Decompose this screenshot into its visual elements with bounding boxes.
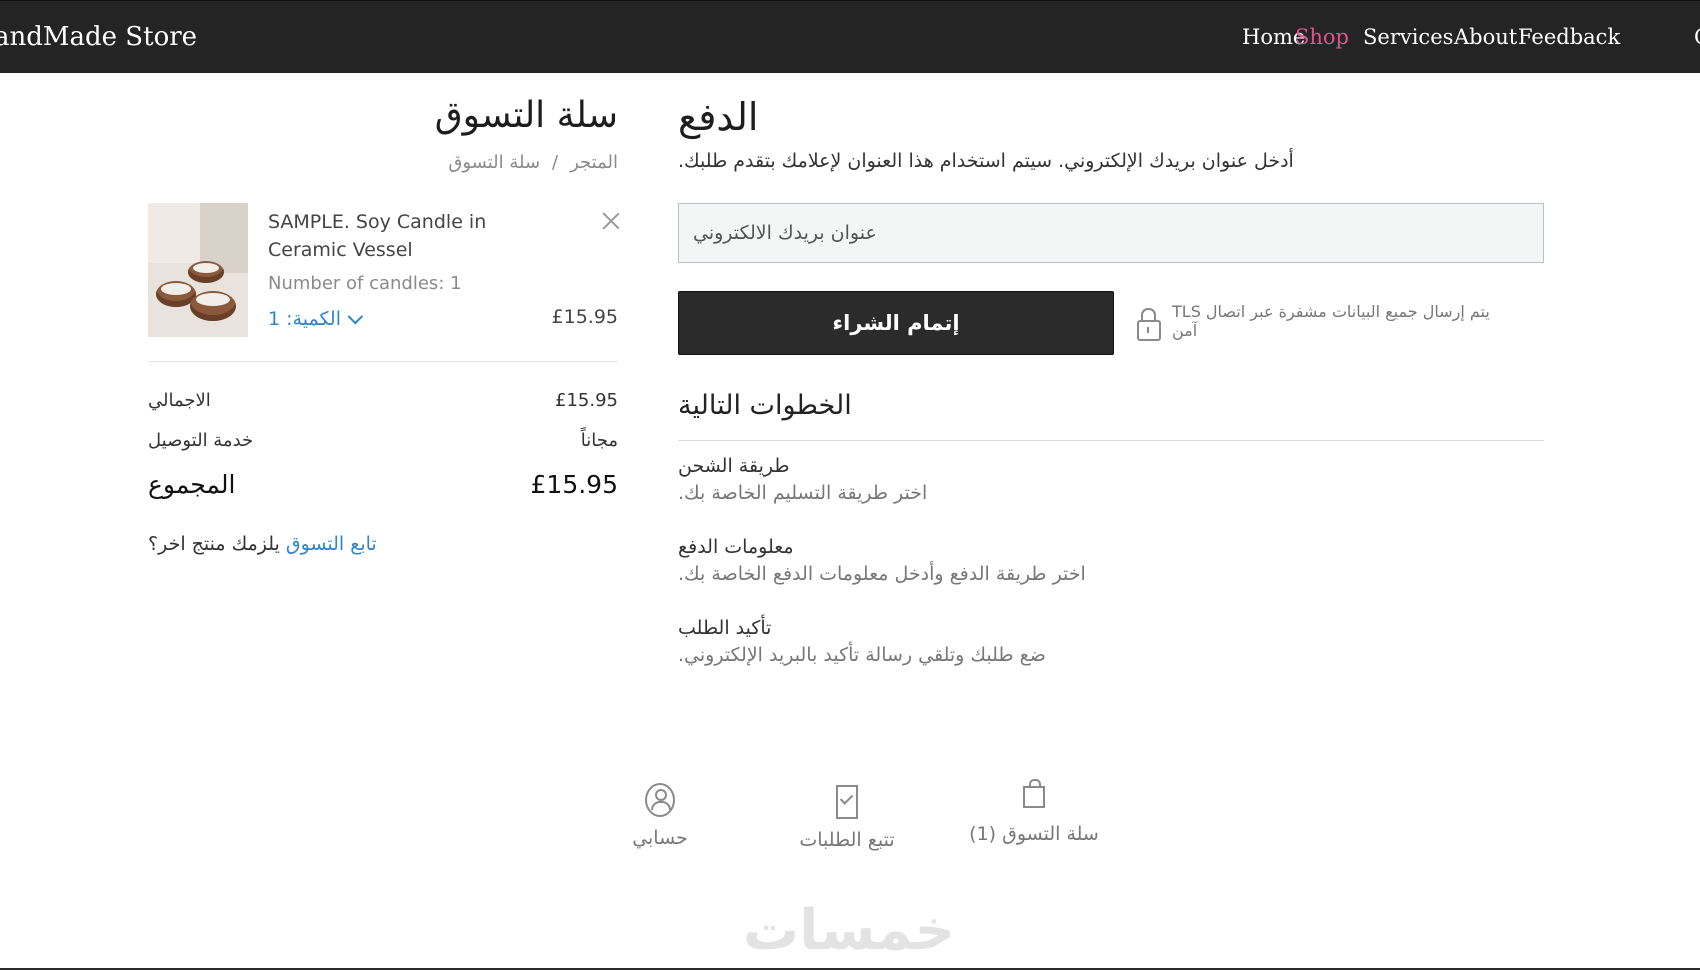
nav-services[interactable]: Services — [1363, 1, 1453, 73]
payment-description: أدخل عنوان بريدك الإلكتروني. سيتم استخدا… — [678, 150, 1294, 172]
quantity-dropdown[interactable]: الكمية: 1 — [268, 308, 364, 330]
step-shipping-title: طريقة الشحن — [678, 455, 790, 477]
cart-title: سلة التسوق — [434, 95, 618, 136]
product-option: Number of candles: 1 — [268, 273, 462, 294]
nav-shop[interactable]: Shop — [1295, 1, 1349, 73]
nav-about[interactable]: About — [1454, 1, 1517, 73]
store-brand[interactable]: andMade Store — [0, 1, 197, 73]
total-value: £15.95 — [530, 470, 618, 499]
top-navbar: andMade Store Home Shop Services About F… — [0, 0, 1700, 73]
breadcrumb-current: سلة التسوق — [448, 152, 541, 173]
delivery-row: خدمة التوصيل مجاناً — [148, 430, 618, 460]
security-note: يتم إرسال جميع البيانات مشفرة عبر اتصال … — [1172, 302, 1490, 340]
product-price: £15.95 — [551, 306, 618, 328]
nav-feedback[interactable]: Feedback — [1518, 1, 1620, 73]
breadcrumb: المتجر / سلة التسوق — [148, 152, 618, 173]
total-row: المجموع £15.95 — [148, 470, 618, 510]
checkout-button[interactable]: إتمام الشراء — [678, 291, 1114, 355]
footer-account-link[interactable]: حسابي — [580, 783, 740, 849]
footer-track-orders-link[interactable]: تتبع الطلبات — [767, 785, 927, 851]
step-confirm-desc: ضع طلبك وتلقي رسالة تأكيد بالبريد الإلكت… — [678, 644, 1046, 666]
email-input[interactable] — [678, 203, 1544, 263]
payment-title: الدفع — [678, 95, 759, 139]
shopping-bag-icon — [1023, 779, 1045, 808]
user-icon — [645, 783, 675, 817]
cart-divider — [148, 361, 618, 362]
subtotal-label: الاجمالي — [148, 390, 211, 411]
lock-icon — [1136, 308, 1161, 341]
step-shipping-desc: اختر طريقة التسليم الخاصة بك. — [678, 482, 928, 504]
remove-item-close-icon[interactable] — [600, 210, 622, 232]
product-name[interactable]: SAMPLE. Soy Candle in Ceramic Vessel — [268, 208, 568, 264]
footer-account-label: حسابي — [632, 827, 688, 849]
delivery-value: مجاناً — [580, 430, 618, 451]
total-label: المجموع — [148, 470, 236, 499]
continue-shopping-link[interactable]: تابع التسوق — [286, 533, 377, 555]
continue-shopping-text: تابع التسوق يلزمك منتج اخر؟ — [148, 533, 377, 555]
step-payment-title: معلومات الدفع — [678, 536, 794, 558]
product-image[interactable] — [148, 203, 248, 337]
quantity-label: الكمية: 1 — [268, 308, 341, 330]
step-confirm-title: تأكيد الطلب — [678, 617, 772, 639]
watermark-logo: خمسات — [742, 898, 955, 963]
footer-cart-link[interactable]: سلة التسوق (1) — [954, 779, 1114, 845]
track-orders-icon — [836, 785, 858, 819]
next-steps-divider — [678, 440, 1544, 441]
breadcrumb-store-link[interactable]: المتجر — [570, 152, 618, 173]
nav-contact-cutoff[interactable]: C — [1694, 1, 1700, 73]
subtotal-value: £15.95 — [555, 390, 618, 411]
chevron-down-icon — [347, 308, 364, 325]
footer-cart-label: سلة التسوق (1) — [969, 823, 1099, 845]
delivery-label: خدمة التوصيل — [148, 430, 254, 451]
step-payment-desc: اختر طريقة الدفع وأدخل معلومات الدفع الخ… — [678, 563, 1086, 585]
subtotal-row: الاجمالي £15.95 — [148, 390, 618, 420]
continue-shopping-prefix: يلزمك منتج اخر؟ — [148, 533, 280, 555]
breadcrumb-separator: / — [552, 152, 559, 173]
next-steps-title: الخطوات التالية — [678, 390, 852, 421]
footer-track-orders-label: تتبع الطلبات — [799, 829, 895, 851]
